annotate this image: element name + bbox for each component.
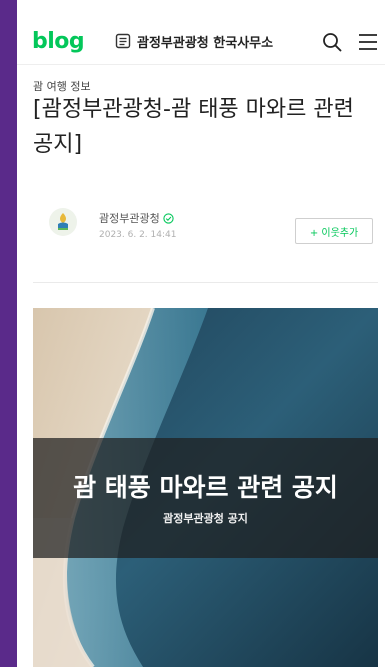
blog-name: 괌정부관광청 한국사무소	[137, 35, 274, 51]
hero-subtitle: 괌정부관광청 공지	[163, 512, 248, 525]
add-neighbor-button[interactable]: + 이웃추가	[295, 218, 373, 244]
search-icon[interactable]	[321, 31, 343, 53]
list-icon	[115, 33, 131, 49]
post-title: [괌정부관광청-괌 태풍 마와르 관련 공지]	[33, 97, 354, 157]
content-divider	[33, 282, 378, 283]
hero-title: 괌 태풍 마와르 관련 공지	[73, 473, 338, 502]
menu-icon[interactable]	[357, 31, 379, 53]
author-name-text: 괌정부관광청	[99, 212, 160, 225]
blog-name-link[interactable]: 괌정부관광청 한국사무소	[115, 30, 273, 52]
author-avatar[interactable]	[49, 208, 77, 236]
hero-image[interactable]: 괌 태풍 마와르 관련 공지 괌정부관광청 공지	[33, 308, 378, 667]
avatar-image	[49, 208, 77, 236]
post-date: 2023. 6. 2. 14:41	[99, 230, 177, 240]
author-row: 괌정부관광청 2023. 6. 2. 14:41 + 이웃추가	[33, 208, 385, 252]
verified-icon	[163, 212, 174, 224]
author-name[interactable]: 괌정부관광청	[99, 210, 174, 226]
blog-logo[interactable]: blog	[32, 29, 85, 54]
blog-header: blog 괌정부관광청 한국사무소	[17, 20, 385, 65]
phone-screen: blog 괌정부관광청 한국사무소 괌 여행 정보 [괌정부관광청-괌 태풍 마…	[17, 0, 385, 667]
